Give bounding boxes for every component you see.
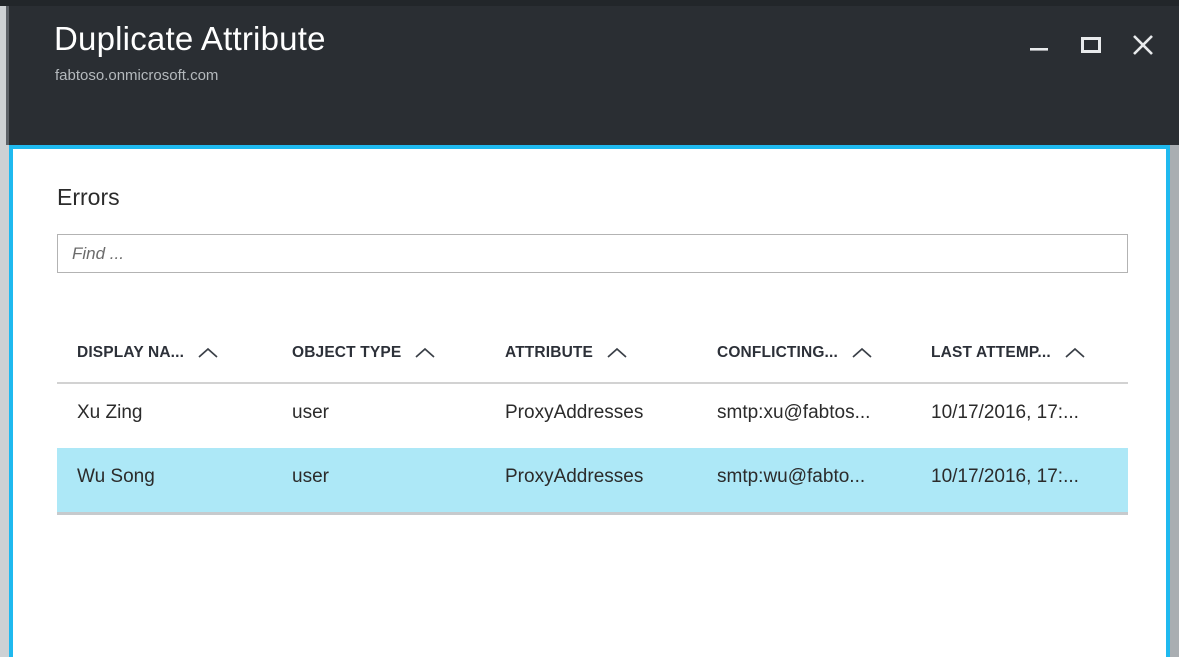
application-window: Duplicate Attribute fabtoso.onmicrosoft.… [0,0,1179,657]
cell-display-name: Xu Zing [77,402,143,423]
maximize-button[interactable] [1065,24,1117,66]
chevron-up-icon[interactable] [414,346,436,360]
table-header-row: DISPLAY NA... OBJECT TYPE ATTRIBUTE CONF… [57,334,1128,384]
errors-heading: Errors [57,184,120,210]
cell-display-name: Wu Song [77,466,155,487]
column-header-conflicting-value[interactable]: CONFLICTING... [717,344,873,362]
chevron-up-icon[interactable] [1064,346,1086,360]
chevron-up-icon[interactable] [851,346,873,360]
table-row[interactable]: Wu Song user ProxyAddresses smtp:wu@fabt… [57,448,1128,515]
chevron-up-icon[interactable] [606,346,628,360]
cell-last-attempt: 10/17/2016, 17:... [931,402,1079,423]
close-button[interactable] [1117,24,1169,66]
close-icon [1129,31,1157,59]
maximize-icon [1078,32,1104,58]
column-header-label: OBJECT TYPE [292,344,402,361]
chevron-up-icon[interactable] [197,346,219,360]
cell-last-attempt: 10/17/2016, 17:... [931,466,1079,487]
cell-attribute: ProxyAddresses [505,466,644,487]
column-header-attribute[interactable]: ATTRIBUTE [505,344,628,362]
cell-conflicting-value: smtp:wu@fabto... [717,466,866,487]
cell-object-type: user [292,466,329,487]
column-header-label: CONFLICTING... [717,344,838,361]
window-controls [1013,24,1169,66]
search-input[interactable] [57,234,1128,273]
title-bar: Duplicate Attribute fabtoso.onmicrosoft.… [9,6,1179,145]
cell-conflicting-value: smtp:xu@fabtos... [717,402,871,423]
window-subtitle: fabtoso.onmicrosoft.com [55,67,219,84]
column-header-last-attempt[interactable]: LAST ATTEMP... [931,344,1086,362]
column-header-object-type[interactable]: OBJECT TYPE [292,344,436,362]
panel-body: Errors DISPLAY NA... OBJECT TYPE [13,149,1166,657]
window-title: Duplicate Attribute [54,20,326,57]
content-panel: Errors DISPLAY NA... OBJECT TYPE [9,145,1170,657]
column-header-label: LAST ATTEMP... [931,344,1051,361]
cell-object-type: user [292,402,329,423]
errors-table: DISPLAY NA... OBJECT TYPE ATTRIBUTE CONF… [57,334,1128,515]
table-row[interactable]: Xu Zing user ProxyAddresses smtp:xu@fabt… [57,384,1128,448]
column-header-label: ATTRIBUTE [505,344,594,361]
column-header-display-name[interactable]: DISPLAY NA... [77,344,219,362]
minimize-icon [1026,32,1052,58]
column-header-label: DISPLAY NA... [77,344,185,361]
window-frame-right [1170,145,1179,657]
minimize-button[interactable] [1013,24,1065,66]
cell-attribute: ProxyAddresses [505,402,644,423]
